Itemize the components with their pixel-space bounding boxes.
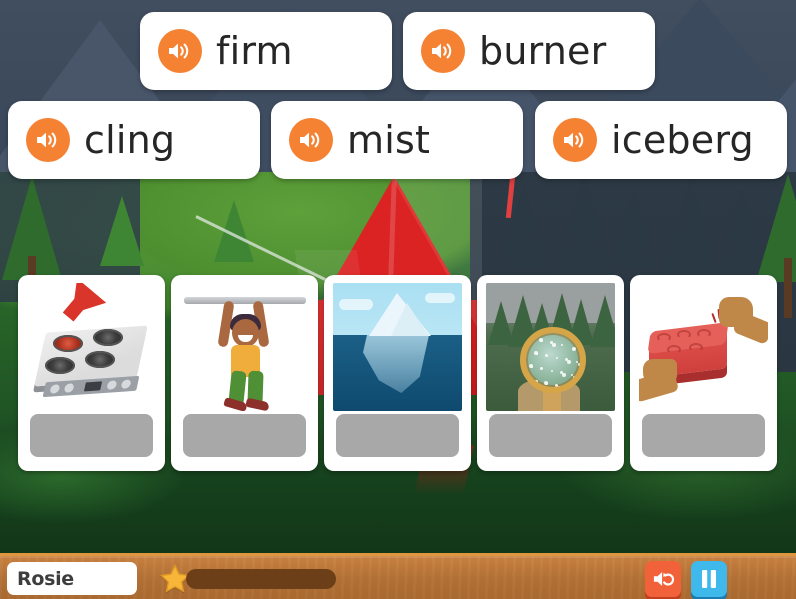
replay-audio-button[interactable] [645, 561, 681, 597]
replay-audio-icon [653, 572, 674, 586]
pine-tree-icon [610, 192, 658, 268]
punching-fist [719, 297, 753, 327]
misty-forest-card[interactable] [477, 275, 624, 471]
answer-drop-slot[interactable] [489, 414, 612, 457]
child-shoe [223, 397, 248, 411]
horizontal-bar [184, 297, 306, 304]
speaker-icon [37, 132, 57, 148]
pause-button[interactable] [691, 561, 727, 597]
word-card-mist[interactable]: mist [271, 101, 523, 179]
play-word-audio-button[interactable] [421, 29, 465, 73]
word-card-cling[interactable]: cling [8, 101, 260, 179]
child-head [232, 319, 259, 347]
play-word-audio-button[interactable] [26, 118, 70, 162]
pine-tree-icon [590, 295, 615, 347]
word-label: cling [84, 118, 176, 162]
stove-burner [93, 329, 123, 346]
firm-cushion-card[interactable] [630, 275, 777, 471]
answer-drop-slot[interactable] [30, 414, 153, 457]
speaker-icon [564, 132, 584, 148]
word-label: iceberg [611, 118, 754, 162]
player-name-label: Rosie [17, 567, 74, 590]
stove-burner-card[interactable] [18, 275, 165, 471]
word-label: firm [216, 29, 293, 73]
pointer-arrow [57, 283, 107, 326]
picture-artwork [333, 283, 462, 411]
word-card-burner[interactable]: burner [403, 12, 655, 90]
pine-tree-icon [660, 180, 720, 276]
progress-bar-track [186, 569, 336, 589]
picture-artwork [639, 283, 768, 411]
child-shoe [245, 397, 270, 411]
pine-tree-icon [214, 200, 254, 262]
stove-burner [45, 357, 75, 374]
pine-tree-icon [552, 176, 616, 280]
magnifier-lens [520, 327, 586, 393]
word-card-firm[interactable]: firm [140, 12, 392, 90]
child-clinging-card[interactable] [171, 275, 318, 471]
play-word-audio-button[interactable] [553, 118, 597, 162]
pause-icon [702, 570, 716, 588]
word-label: burner [479, 29, 607, 73]
iceberg-card[interactable] [324, 275, 471, 471]
answer-drop-slot[interactable] [183, 414, 306, 457]
answer-drop-slot[interactable] [642, 414, 765, 457]
word-label: mist [347, 118, 431, 162]
speaker-icon [300, 132, 320, 148]
speaker-icon [432, 43, 452, 59]
player-name-box: Rosie [7, 562, 137, 595]
answer-drop-slot[interactable] [336, 414, 459, 457]
bottom-status-bar: Rosie [0, 553, 796, 599]
game-stage: firm burner cling mist iceberg Rosie [0, 0, 796, 599]
play-word-audio-button[interactable] [158, 29, 202, 73]
holding-hand [643, 359, 677, 385]
play-word-audio-button[interactable] [289, 118, 333, 162]
iceberg-peak [391, 303, 429, 336]
picture-artwork [486, 283, 615, 411]
stove-burner [85, 351, 115, 368]
speaker-icon [169, 43, 189, 59]
picture-artwork [27, 283, 156, 411]
pine-tree-icon [498, 186, 550, 268]
pine-tree-icon [100, 196, 144, 266]
tree-trunk [784, 258, 792, 318]
stove-burner [53, 335, 83, 352]
picture-artwork [180, 283, 309, 411]
word-card-iceberg[interactable]: iceberg [535, 101, 787, 179]
